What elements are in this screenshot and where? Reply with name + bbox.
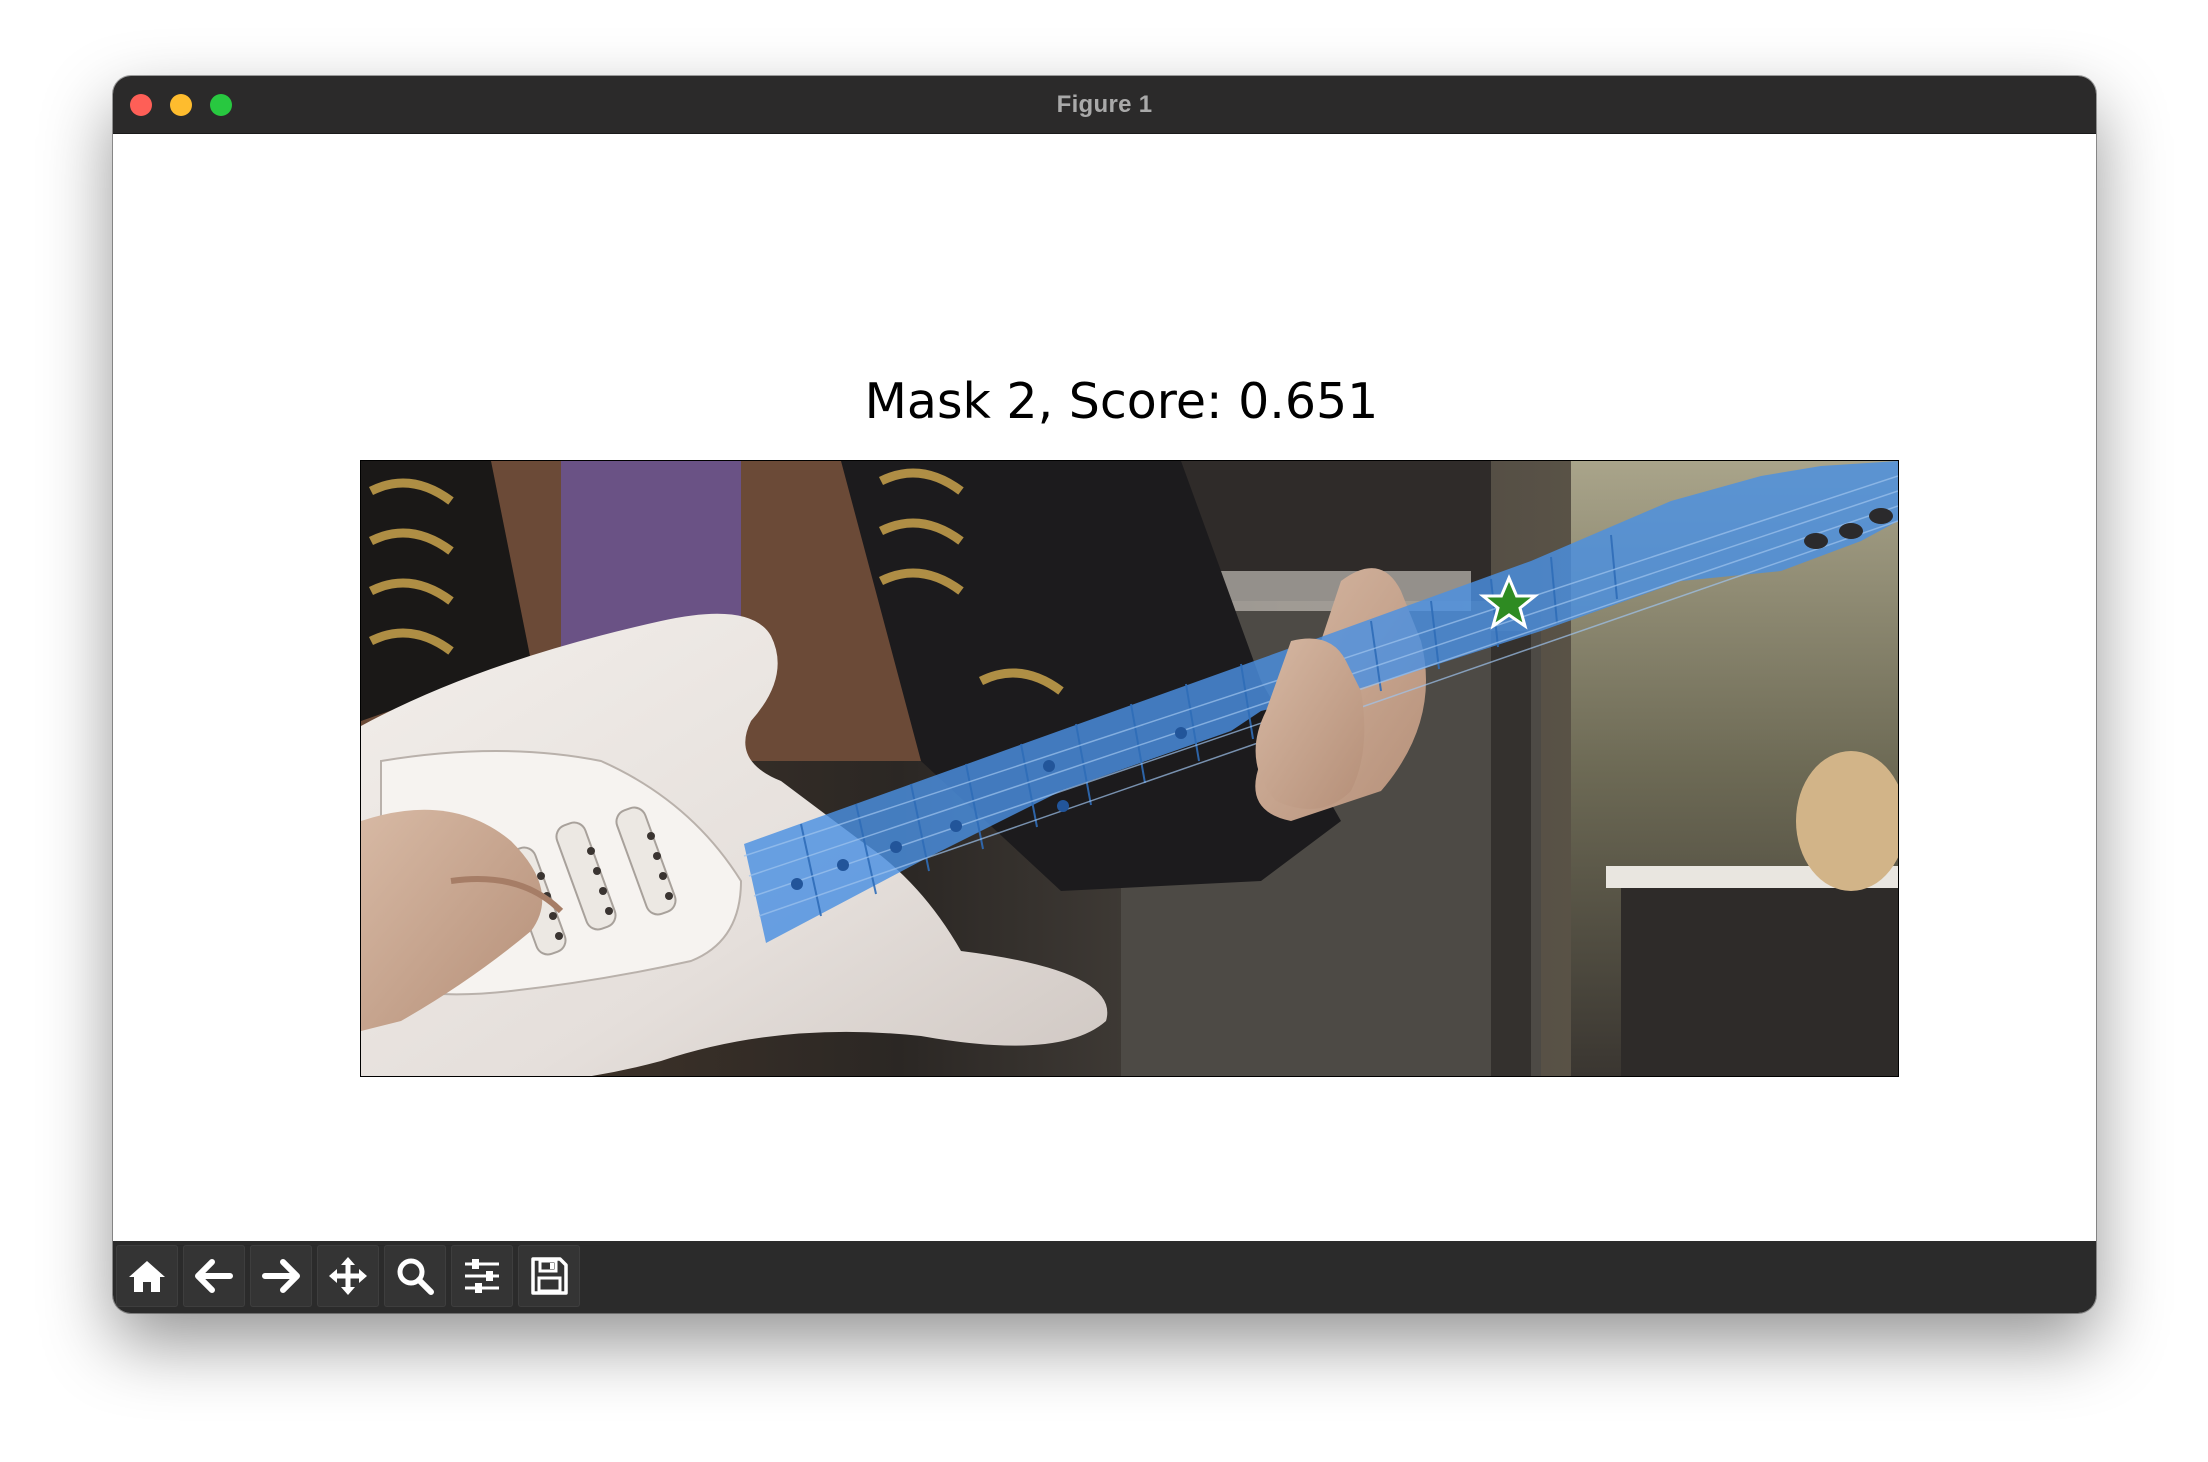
move-icon	[329, 1257, 367, 1295]
guitar-photo-with-mask	[361, 461, 1898, 1076]
sliders-icon	[465, 1259, 499, 1293]
pan-button[interactable]	[317, 1245, 379, 1307]
arrow-right-icon	[262, 1259, 300, 1293]
window-title: Figure 1	[1056, 91, 1153, 118]
home-icon	[129, 1261, 165, 1292]
home-button[interactable]	[116, 1245, 178, 1307]
forward-button[interactable]	[250, 1245, 312, 1307]
arrow-left-icon	[195, 1259, 233, 1293]
image-axes[interactable]	[360, 460, 1899, 1077]
configure-subplots-button[interactable]	[451, 1245, 513, 1307]
navigation-toolbar	[113, 1241, 2096, 1313]
floppy-disk-icon	[531, 1257, 568, 1295]
title-bar: Figure 1	[113, 76, 2096, 134]
back-button[interactable]	[183, 1245, 245, 1307]
figure-window: Figure 1 Mask 2, Score: 0.651	[113, 76, 2096, 1313]
figure-canvas: Mask 2, Score: 0.651	[113, 134, 2096, 1242]
magnifier-icon	[397, 1258, 434, 1295]
zoom-button[interactable]	[384, 1245, 446, 1307]
plot-title: Mask 2, Score: 0.651	[864, 373, 1379, 430]
save-button[interactable]	[518, 1245, 580, 1307]
